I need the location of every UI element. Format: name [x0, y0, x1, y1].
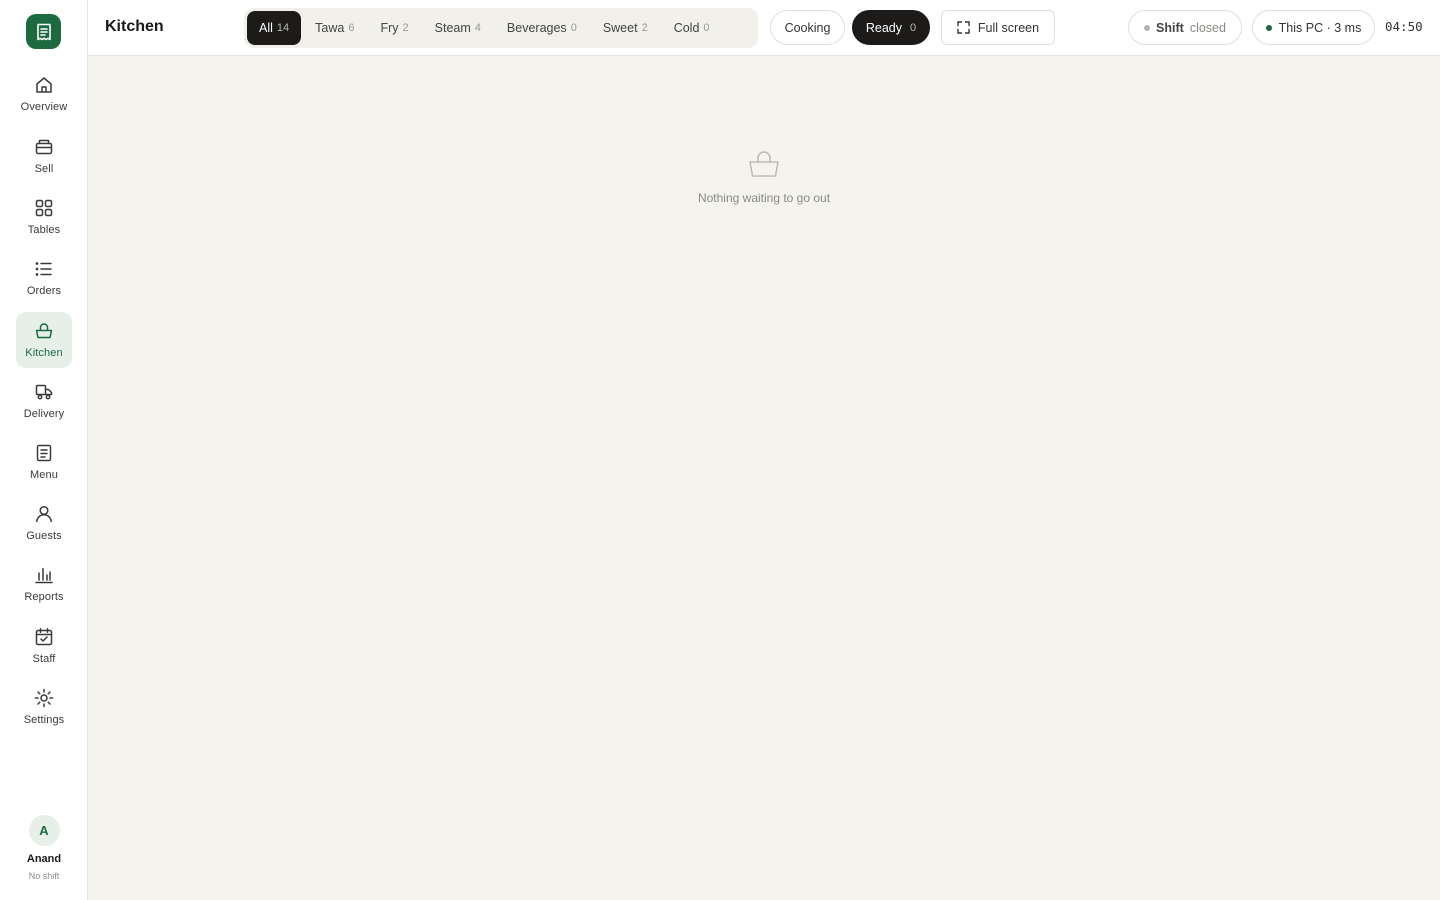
ready-filter-button[interactable]: Ready 0 [852, 10, 930, 45]
sidebar-item-guests[interactable]: Guests [16, 495, 72, 551]
tab-all[interactable]: All 14 [247, 11, 302, 45]
sidebar-item-orders[interactable]: Orders [16, 250, 72, 306]
user-icon [33, 503, 55, 525]
sidebar-item-delivery[interactable]: Delivery [16, 373, 72, 429]
tab-label: Tawa [315, 21, 345, 35]
app-root: Overview Sell Tables Orders Kitchen Deli… [0, 0, 1440, 900]
calendar-check-icon [33, 626, 55, 648]
tab-count: 2 [641, 22, 648, 34]
basket-icon [749, 151, 779, 177]
tab-sweet[interactable]: Sweet 2 [591, 11, 660, 45]
tab-label: Fry [380, 21, 399, 35]
avatar: A [28, 815, 60, 846]
list-icon [33, 258, 55, 280]
sidebar-item-label: Guests [26, 530, 62, 542]
sidebar-item-kitchen[interactable]: Kitchen [16, 312, 72, 368]
delivery-icon [33, 381, 55, 403]
clock: 04:50 [1385, 19, 1423, 34]
tab-label: Sweet [602, 21, 638, 35]
empty-state: Nothing waiting to go out [88, 150, 1440, 205]
tab-count: 2 [402, 22, 409, 34]
sidebar-item-label: Sell [34, 163, 54, 175]
sidebar-item-label: Overview [20, 101, 68, 113]
sidebar-item-label: Menu [30, 469, 58, 481]
shift-status: closed [1189, 20, 1226, 35]
sidebar-item-sell[interactable]: Sell [16, 128, 72, 184]
connection-status-pill[interactable]: This PC · 3 ms [1252, 10, 1375, 45]
tab-label: Beverages [506, 21, 567, 35]
connection-dot-icon [1265, 24, 1272, 31]
sidebar-item-settings[interactable]: Settings [16, 679, 72, 735]
app-logo[interactable] [26, 14, 61, 49]
sidebar-item-label: Reports [24, 591, 64, 603]
sidebar-item-tables[interactable]: Tables [16, 189, 72, 245]
user-name: Anand [26, 853, 62, 865]
sidebar-item-menu[interactable]: Menu [16, 434, 72, 490]
sidebar-item-label: Settings [23, 714, 65, 726]
receipt-logo-icon [36, 23, 51, 40]
shift-label: Shift [1156, 20, 1184, 35]
basket-icon [33, 320, 55, 342]
sidebar-item-label: Tables [27, 224, 61, 236]
fullscreen-label: Full screen [977, 20, 1040, 35]
connection-label: This PC · 3 ms [1278, 20, 1362, 35]
tab-steam[interactable]: Steam 4 [423, 11, 493, 45]
shift-status-dot-icon [1144, 24, 1151, 31]
tab-tawa[interactable]: Tawa 6 [303, 11, 366, 45]
tab-beverages[interactable]: Beverages 0 [495, 11, 589, 45]
kitchen-board: Nothing waiting to go out [88, 56, 1440, 900]
sidebar-item-label: Staff [32, 653, 56, 665]
empty-message: Nothing waiting to go out [697, 191, 831, 205]
sidebar-item-reports[interactable]: Reports [16, 556, 72, 612]
home-icon [33, 74, 55, 96]
sidebar-item-overview[interactable]: Overview [16, 66, 72, 122]
sidebar-item-label: Orders [26, 285, 62, 297]
tab-count: 0 [570, 22, 577, 34]
user-shift-status: No shift [28, 871, 60, 881]
cooking-filter-label: Cooking [784, 20, 831, 35]
expand-icon [957, 21, 970, 34]
grid-icon [33, 197, 55, 219]
tab-label: Steam [434, 21, 471, 35]
top-bar: Kitchen All 14 Tawa 6 Fry 2 Steam 4 Beve… [88, 0, 1440, 56]
tab-label: Cold [673, 21, 700, 35]
tab-fry[interactable]: Fry 2 [368, 11, 420, 45]
cooking-filter-button[interactable]: Cooking [770, 10, 845, 45]
sidebar-item-staff[interactable]: Staff [16, 618, 72, 674]
sidebar-item-label: Kitchen [25, 347, 63, 359]
menu-icon [33, 442, 55, 464]
tab-count: 14 [276, 22, 290, 34]
sidebar: Overview Sell Tables Orders Kitchen Deli… [0, 0, 88, 900]
shift-status-pill[interactable]: Shift closed [1128, 10, 1242, 45]
tab-label: All [259, 21, 273, 35]
ready-filter-label: Ready [865, 20, 902, 35]
tab-count: 4 [474, 22, 481, 34]
tab-count: 6 [348, 22, 355, 34]
bar-chart-icon [33, 564, 55, 586]
station-tabs: All 14 Tawa 6 Fry 2 Steam 4 Beverages 0 … [244, 8, 758, 48]
fullscreen-button[interactable]: Full screen [941, 10, 1055, 45]
tab-count: 0 [703, 22, 710, 34]
register-icon [33, 136, 55, 158]
tab-cold[interactable]: Cold 0 [662, 11, 722, 45]
page-title: Kitchen [105, 18, 164, 35]
ready-filter-count: 0 [910, 21, 917, 34]
sun-gear-icon [33, 687, 55, 709]
sidebar-item-label: Delivery [23, 408, 65, 420]
user-profile[interactable]: A Anand No shift [0, 815, 88, 881]
